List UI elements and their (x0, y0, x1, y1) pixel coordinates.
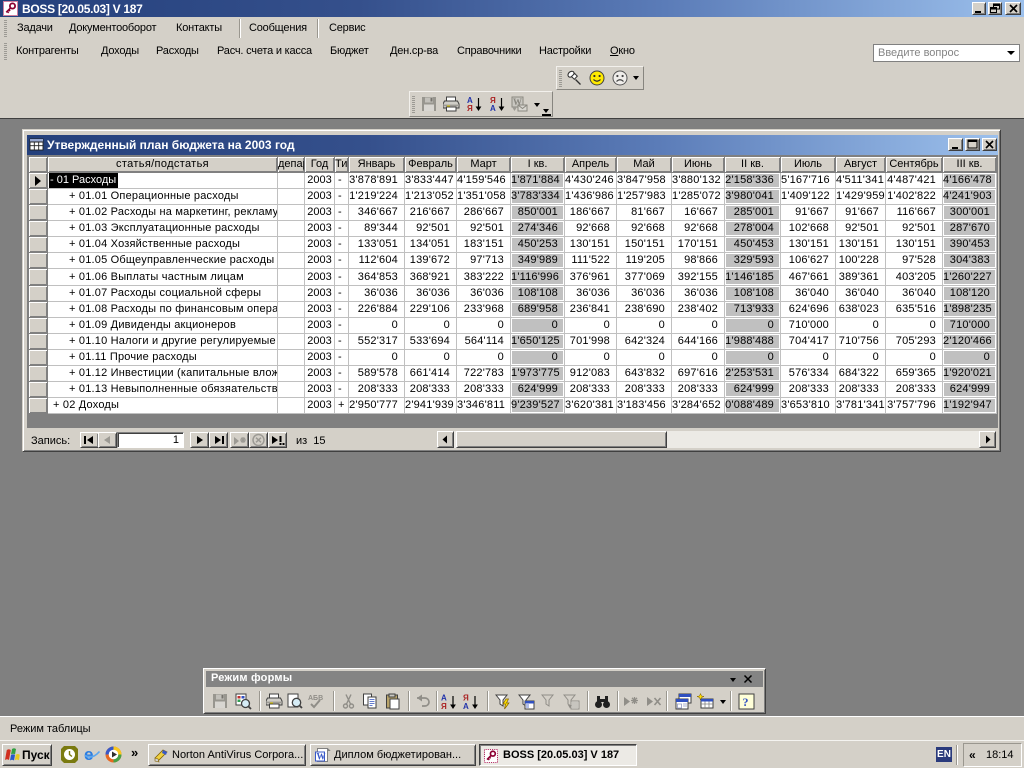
svg-text:Я: Я (467, 104, 473, 112)
svg-text:АБВ: АБВ (308, 695, 323, 702)
svg-text:А: А (490, 104, 496, 112)
svg-text:W: W (317, 752, 326, 762)
svg-text:А: А (463, 702, 469, 710)
svg-text:?: ? (742, 695, 748, 709)
svg-text:Я: Я (441, 702, 447, 710)
svg-text:e: e (84, 745, 93, 763)
